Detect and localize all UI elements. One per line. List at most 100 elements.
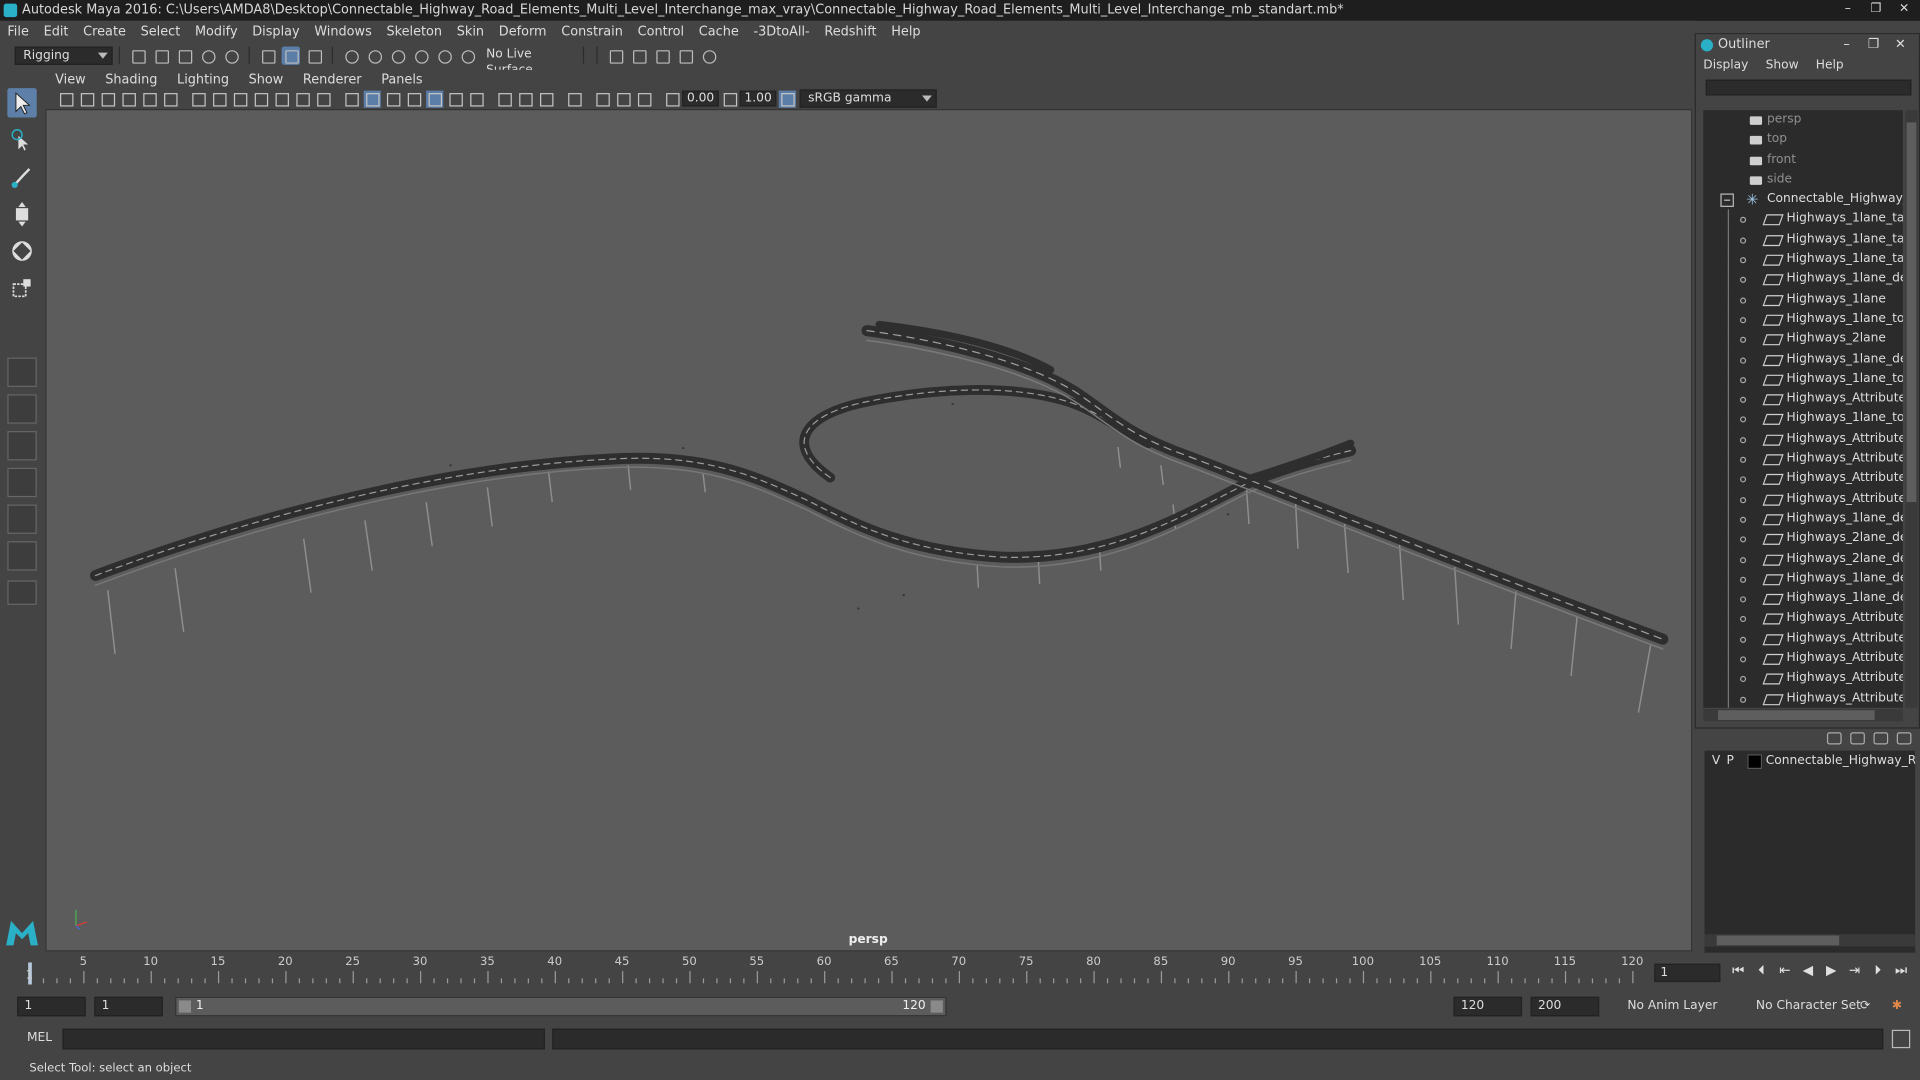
anim-layer-dropdown[interactable]: No Anim Layer <box>1627 997 1717 1017</box>
viewport-menu-show[interactable]: Show <box>249 72 284 87</box>
select-hierarchy-icon[interactable] <box>258 46 276 64</box>
snap-point-icon[interactable] <box>388 46 406 64</box>
anim-preferences-icon[interactable]: ✱ <box>1892 997 1902 1017</box>
new-layer-icon[interactable] <box>1873 732 1889 745</box>
outliner-mesh-item[interactable]: Highways_Attributes_E <box>1703 389 1903 411</box>
select-component-icon[interactable] <box>305 46 323 64</box>
move-layer-up-icon[interactable] <box>1826 732 1842 745</box>
animation-end-field[interactable]: 200 <box>1530 996 1600 1017</box>
play-forwards-icon[interactable]: ▶ <box>1820 962 1843 979</box>
xray-icon[interactable] <box>593 90 610 107</box>
expand-node-icon[interactable] <box>1740 496 1747 503</box>
rotate-tool-button[interactable] <box>7 236 36 265</box>
four-view-layout-button[interactable] <box>7 394 37 424</box>
minimize-button[interactable]: – <box>1834 0 1861 18</box>
menu-display[interactable]: Display <box>252 24 299 39</box>
menu-edit[interactable]: Edit <box>44 24 69 39</box>
layer-horizontal-scrollbar[interactable] <box>1704 934 1916 947</box>
viewport-menu-shading[interactable]: Shading <box>105 72 157 87</box>
time-slider[interactable]: 5 10 15 20 25 30 35 40 45 50 55 60 65 70 75 80 85 90 95 100… <box>18 953 1647 989</box>
menu-3dtoall[interactable]: -3DtoAll- <box>753 24 809 39</box>
snap-view-plane-icon[interactable] <box>411 46 429 64</box>
expand-node-icon[interactable] <box>1740 337 1747 344</box>
shadows-icon[interactable] <box>467 90 484 107</box>
expand-node-icon[interactable] <box>1740 257 1747 264</box>
expand-node-icon[interactable] <box>1740 217 1747 224</box>
outliner-mesh-item[interactable]: Highways_Attributes_E <box>1703 609 1903 630</box>
expand-node-icon[interactable] <box>1740 556 1747 563</box>
isolate-select-icon[interactable] <box>565 90 582 107</box>
outliner-group-item[interactable]: ✳ Connectable_Highway_Ro <box>1703 190 1903 210</box>
outliner-mesh-item[interactable]: Highways_1lane_to_2la <box>1703 309 1903 331</box>
viewport-menu-lighting[interactable]: Lighting <box>177 72 229 87</box>
outliner-mesh-item[interactable]: Highways_1lane_to_2la <box>1703 409 1903 431</box>
single-perspective-layout-button[interactable] <box>7 357 37 387</box>
outliner-item-side[interactable]: side <box>1703 170 1903 190</box>
outliner-mesh-item[interactable]: Highways_1lane <box>1703 289 1903 311</box>
expand-node-icon[interactable] <box>1740 317 1747 324</box>
layer-color-swatch[interactable] <box>1747 754 1763 769</box>
color-management-icon[interactable] <box>778 90 796 108</box>
menu-constrain[interactable]: Constrain <box>561 24 623 39</box>
range-start-handle[interactable] <box>178 1000 192 1013</box>
expand-node-icon[interactable] <box>1740 596 1747 603</box>
outliner-menu-help[interactable]: Help <box>1816 58 1844 71</box>
go-to-end-icon[interactable]: ⏭ <box>1889 962 1912 979</box>
textured-icon[interactable] <box>425 90 443 108</box>
mel-command-input[interactable] <box>62 1028 545 1050</box>
outliner-mesh-item[interactable]: Highways_Attributes_E <box>1703 429 1903 451</box>
outliner-mesh-item[interactable]: Highways_1lane_tall <box>1703 249 1903 271</box>
outliner-mesh-item[interactable]: Highways_1lane_tall_0 <box>1703 209 1903 231</box>
character-set-dropdown[interactable]: No Character Set <box>1756 997 1861 1017</box>
motion-blur-icon[interactable] <box>516 90 533 107</box>
collapse-icon[interactable] <box>1720 193 1734 208</box>
outliner-mesh-item[interactable]: Highways_1lane_desce <box>1703 509 1903 531</box>
2d-pan-icon[interactable] <box>140 90 157 107</box>
menu-redshift[interactable]: Redshift <box>824 24 876 39</box>
select-tool-button[interactable] <box>7 88 37 118</box>
move-tool-button[interactable] <box>7 200 36 229</box>
xray-joints-icon[interactable] <box>614 90 631 107</box>
expand-node-icon[interactable] <box>1740 416 1747 424</box>
outliner-close-button[interactable]: ✕ <box>1887 34 1914 55</box>
expand-node-icon[interactable] <box>1740 636 1747 643</box>
snap-vertex-icon[interactable] <box>458 46 476 64</box>
persp-hypershade-layout-button[interactable] <box>7 504 37 534</box>
use-default-material-icon[interactable] <box>384 90 401 107</box>
exposure-field[interactable]: 0.00 <box>682 90 719 107</box>
hypershade-icon[interactable] <box>699 46 717 64</box>
camera-icon[interactable] <box>57 90 74 107</box>
field-chart-icon[interactable] <box>272 90 289 107</box>
outliner-mesh-item[interactable]: Highways_1lane_desce <box>1703 569 1903 590</box>
gamma-field[interactable]: 1.00 <box>739 90 777 107</box>
perspective-viewport[interactable]: persp <box>45 108 1693 952</box>
ipr-render-icon[interactable] <box>653 46 671 64</box>
viewport-menu-panels[interactable]: Panels <box>381 72 422 87</box>
outliner-mesh-item[interactable]: Highways_Attributes_E <box>1703 668 1903 690</box>
xray-components-icon[interactable] <box>635 90 652 107</box>
outliner-horizontal-scrollbar[interactable] <box>1703 708 1903 722</box>
live-surface-field[interactable]: No Live Surface <box>478 45 577 77</box>
close-button[interactable]: ✕ <box>1891 0 1918 18</box>
paint-select-tool-button[interactable] <box>7 163 36 192</box>
outliner-mesh-item[interactable]: Highways_Attributes_E <box>1703 688 1903 708</box>
menu-file[interactable]: File <box>7 24 29 39</box>
menu-deform[interactable]: Deform <box>499 24 547 39</box>
outliner-menu-show[interactable]: Show <box>1766 58 1799 71</box>
script-editor-icon[interactable] <box>1891 1029 1911 1049</box>
outliner-menu-display[interactable]: Display <box>1703 58 1748 71</box>
go-to-start-icon[interactable]: ⏮ <box>1727 962 1750 979</box>
expand-node-icon[interactable] <box>1740 297 1747 304</box>
expand-node-icon[interactable] <box>1740 237 1747 244</box>
new-scene-icon[interactable] <box>129 46 147 64</box>
outliner-mesh-item[interactable]: Highways_1lane_tall_0 <box>1703 229 1903 251</box>
outliner-mesh-item[interactable]: Highways_Attributes_E <box>1703 629 1903 650</box>
custom-layout-button[interactable] <box>7 541 37 571</box>
undo-icon[interactable] <box>198 46 216 64</box>
range-end-handle[interactable] <box>930 1000 943 1013</box>
scrollbar-thumb[interactable] <box>1716 935 1840 946</box>
expand-node-icon[interactable] <box>1740 357 1747 364</box>
expand-node-icon[interactable] <box>1740 476 1747 483</box>
menu-windows[interactable]: Windows <box>314 24 371 39</box>
outliner-item-persp[interactable]: persp <box>1703 110 1903 130</box>
